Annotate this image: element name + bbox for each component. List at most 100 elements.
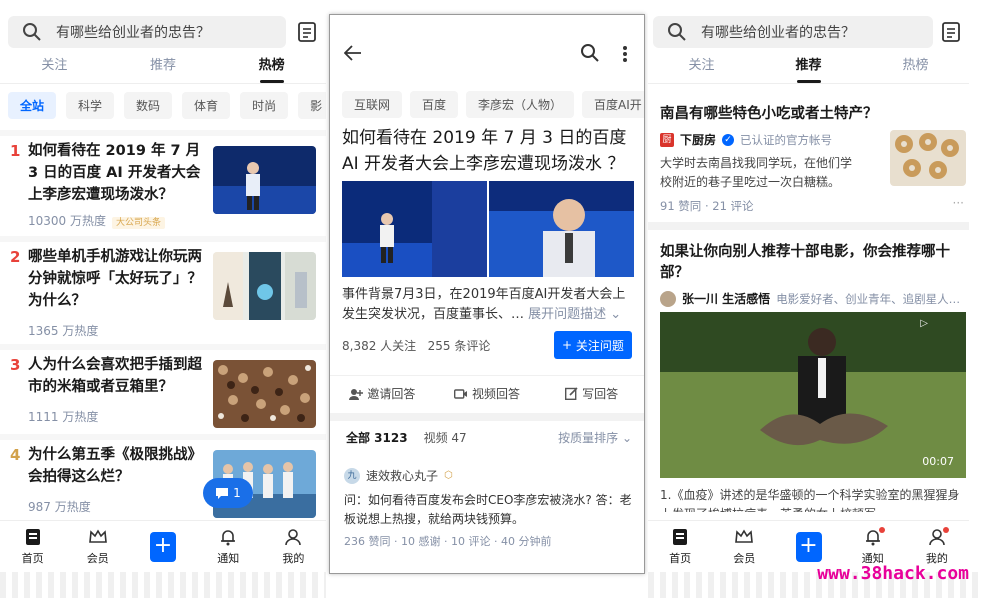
card-thumbnail [890, 130, 966, 186]
hot-heat: 10300 万热度 [28, 214, 106, 228]
badge-icon: ⬡ [444, 470, 453, 481]
plus-icon: + [795, 531, 822, 562]
hot-title: 哪些单机手机游戏让你玩两分钟就惊呼「太好玩了」？为什么？ [28, 249, 202, 309]
chevron-down-icon: ⌄ [606, 307, 622, 322]
hot-title: 为什么第五季《极限挑战》会拍得这么烂？ [28, 447, 202, 485]
answer-meta: 236 赞同 · 10 感谢 · 10 评论 · 40 分钟前 [344, 535, 552, 548]
topic-tag[interactable]: 互联网 [342, 91, 403, 118]
more-icon[interactable]: ··· [953, 196, 964, 210]
follow-question-button[interactable]: + 关注问题 [554, 331, 632, 359]
hot-list-screen: 有哪些给创业者的忠告？ 关注 推荐 热榜 全站 科学 数码 体育 时尚 影 1 … [0, 0, 326, 598]
hot-item[interactable]: 1 如何看待在 2019 年 7 月 3 日的百度 AI 开发者大会上李彦宏遭现… [0, 130, 326, 236]
nav-notifications[interactable]: 通知 [196, 527, 261, 566]
feed-card[interactable]: 如果让你向别人推荐十部电影，你会推荐哪十部？ 张一川 生活感悟 电影爱好者、创业… [660, 242, 966, 307]
nav-vip[interactable]: 会员 [712, 527, 776, 566]
hot-item[interactable]: 3 人为什么会喜欢把手插到超市的米箱或者豆箱里？ 1111 万热度 [0, 344, 326, 434]
topic-tag[interactable]: 百度 [410, 91, 459, 118]
hot-item[interactable]: 2 哪些单机手机游戏让你玩两分钟就惊呼「太好玩了」？为什么？ 1365 万热度 [0, 236, 326, 344]
card-title: 南昌有哪些特色小吃或者土特产？ [660, 106, 878, 122]
topic-tag[interactable]: 李彦宏（人物） [466, 91, 575, 118]
nav-notifications[interactable]: 通知 [841, 527, 905, 566]
hot-rank: 1 [10, 142, 21, 160]
hot-item[interactable]: 4 为什么第五季《极限挑战》会拍得这么烂？ 987 万热度 [0, 434, 326, 524]
comments-count[interactable]: 255 条评论 [428, 339, 491, 353]
section-divider [330, 413, 644, 421]
search-bar[interactable]: 有哪些给创业者的忠告？ [653, 16, 933, 48]
top-tabs: 关注 推荐 热榜 [0, 52, 326, 84]
chip-all[interactable]: 全站 [8, 92, 57, 119]
nav-label: 首页 [21, 552, 44, 565]
card-title: 如果让你向别人推荐十部电影，你会推荐哪十部？ [660, 244, 950, 281]
avatar[interactable] [660, 290, 676, 307]
verified-icon: ✓ [722, 133, 735, 146]
feed-card[interactable]: 南昌有哪些特色小吃或者土特产？ 厨 下厨房 ✓ 已认证的官方帐号 大学时去南昌找… [660, 104, 966, 214]
chip-movie[interactable]: 影 [298, 92, 326, 119]
back-arrow-icon[interactable] [344, 45, 362, 61]
nav-vip[interactable]: 会员 [65, 527, 130, 566]
chevron-down-icon: ⌄ [618, 431, 632, 445]
nav-create[interactable]: + [130, 531, 195, 562]
message-fab[interactable]: 1 [203, 478, 253, 508]
nav-home[interactable]: 首页 [0, 527, 65, 566]
watermark: www.38hack.com [817, 563, 969, 584]
recommend-screen: 有哪些给创业者的忠告？ 关注 推荐 热榜 南昌有哪些特色小吃或者土特产？ 厨 下… [648, 0, 983, 598]
search-icon[interactable] [580, 43, 600, 63]
hot-rank: 2 [10, 248, 21, 266]
topic-tag[interactable]: 百度AI开 [582, 91, 644, 118]
video-icon [454, 388, 467, 399]
chip-sports[interactable]: 体育 [182, 92, 231, 119]
card-meta: 91 赞同 · 21 评论 [660, 199, 754, 213]
answer-author[interactable]: 九 速效救心丸子 ⬡ [344, 467, 453, 484]
sort-dropdown[interactable]: 按质量排序 ⌄ [558, 429, 632, 446]
chip-digital[interactable]: 数码 [124, 92, 173, 119]
answer-excerpt[interactable]: 问：如何看待百度发布会时CEO李彦宏被浇水? 答：老板说想上热搜，就给两块钱预算… [344, 491, 634, 529]
tab-all-answers[interactable]: 全部 3123 [346, 429, 408, 446]
more-icon[interactable] [622, 45, 628, 63]
nav-label: 会员 [86, 552, 109, 565]
video-player[interactable]: ▷ 00:07 [660, 312, 966, 478]
bottom-stripe [0, 572, 326, 598]
search-placeholder: 有哪些给创业者的忠告？ [701, 25, 855, 41]
follow-label: 关注问题 [575, 338, 624, 353]
category-chips: 全站 科学 数码 体育 时尚 影 [8, 92, 326, 119]
invite-answer-button[interactable]: 邀请回答 [330, 376, 435, 411]
tab-recommend[interactable]: 推荐 [755, 52, 862, 83]
nav-home[interactable]: 首页 [648, 527, 712, 566]
write-answer-button[interactable]: 写回答 [539, 376, 644, 411]
edit-icon [565, 387, 578, 400]
expand-description[interactable]: 展开问题描述 [528, 307, 606, 322]
nav-profile[interactable]: 我的 [905, 527, 969, 566]
nav-create[interactable]: + [776, 531, 840, 562]
message-count: 1 [233, 486, 241, 500]
hot-heat: 987 万热度 [28, 500, 91, 514]
document-icon[interactable] [298, 22, 316, 42]
nav-profile[interactable]: 我的 [261, 527, 326, 566]
chip-fashion[interactable]: 时尚 [240, 92, 289, 119]
avatar: 九 [344, 467, 360, 484]
question-description[interactable]: 事件背景7月3日，在2019年百度AI开发者大会上发生突发状况，百度董事长、… … [342, 285, 634, 325]
card-excerpt: 大学时去南昌找我同学玩，在他们学校附近的巷子里吃过一次白糖糕。 [660, 156, 853, 189]
video-duration: 00:07 [922, 455, 954, 468]
source-name[interactable]: 下厨房 [680, 131, 716, 148]
tab-recommend[interactable]: 推荐 [109, 52, 218, 83]
play-icon: ▷ [920, 318, 928, 329]
tab-hot[interactable]: 热榜 [862, 52, 969, 83]
author-name[interactable]: 张一川 生活感悟 [682, 290, 770, 307]
chat-bubble-icon [216, 487, 229, 499]
tab-hot[interactable]: 热榜 [217, 52, 326, 83]
tab-follow[interactable]: 关注 [0, 52, 109, 83]
hot-rank: 3 [10, 356, 21, 374]
hot-rank: 4 [10, 446, 21, 464]
chip-science[interactable]: 科学 [66, 92, 115, 119]
search-bar[interactable]: 有哪些给创业者的忠告？ [8, 16, 286, 48]
home-icon [25, 529, 40, 545]
document-icon[interactable] [942, 22, 960, 42]
tab-video-answers[interactable]: 视频 47 [424, 429, 467, 446]
hot-thumbnail [213, 360, 316, 428]
tab-follow[interactable]: 关注 [648, 52, 755, 83]
video-answer-button[interactable]: 视频回答 [435, 376, 540, 411]
question-image[interactable] [489, 181, 634, 277]
plus-icon: + [150, 531, 176, 562]
action-label: 视频回答 [472, 387, 521, 401]
question-image[interactable] [342, 181, 487, 277]
